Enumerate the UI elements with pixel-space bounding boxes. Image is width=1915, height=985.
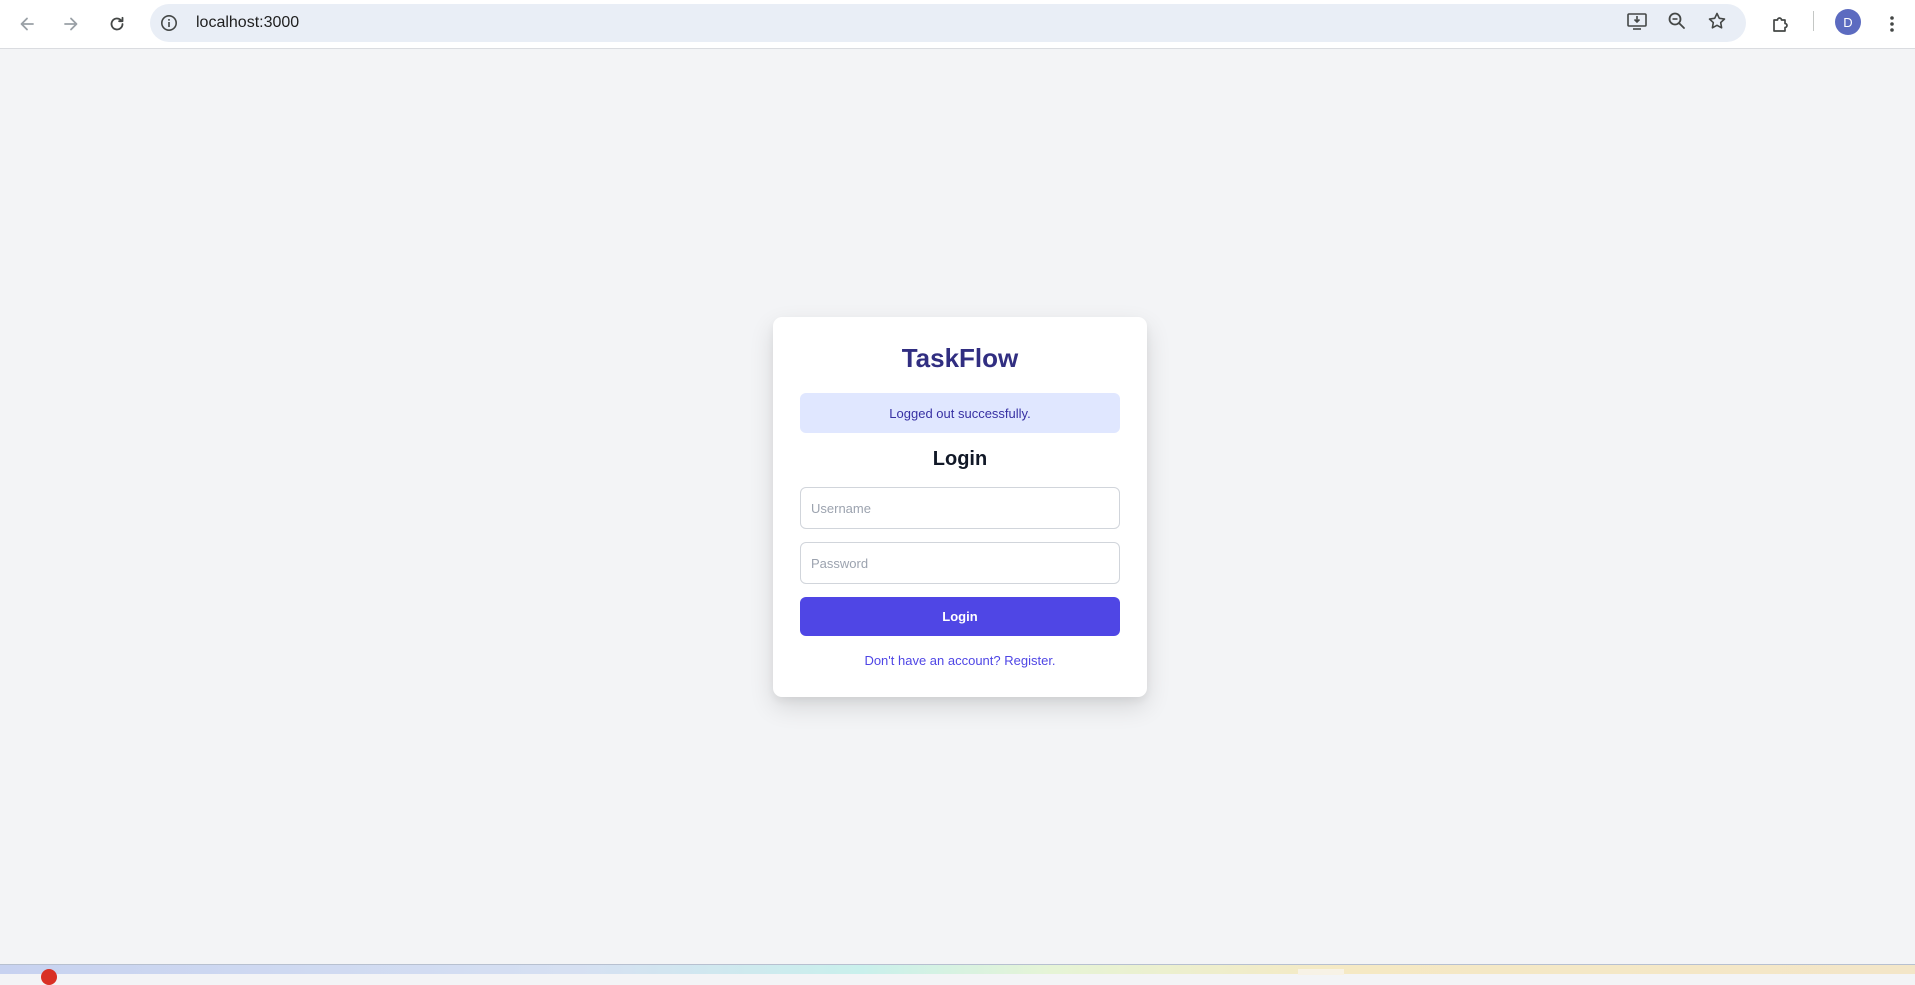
info-icon[interactable] (160, 14, 178, 32)
taskbar-app-icon[interactable] (41, 969, 57, 985)
url-text[interactable]: localhost:3000 (196, 14, 299, 32)
login-card: TaskFlow Logged out successfully. Login … (773, 317, 1147, 697)
login-button[interactable]: Login (800, 597, 1120, 636)
bookmark-button[interactable] (1703, 9, 1731, 37)
browser-toolbar: localhost:3000 D (0, 0, 1915, 49)
taskbar-tile (1298, 969, 1344, 975)
install-app-icon (1626, 11, 1648, 36)
login-heading: Login (932, 448, 988, 470)
username-input[interactable] (800, 487, 1120, 529)
back-arrow-icon (17, 14, 37, 34)
back-button[interactable] (9, 6, 45, 42)
puzzle-icon (1770, 13, 1792, 35)
extensions-button[interactable] (1763, 6, 1799, 42)
kebab-menu-icon (1889, 14, 1895, 34)
forward-arrow-icon (61, 14, 81, 34)
reload-icon (107, 14, 127, 34)
toolbar-divider (1813, 11, 1814, 31)
password-input[interactable] (800, 542, 1120, 584)
logout-success-alert: Logged out successfully. (800, 393, 1120, 433)
register-link[interactable]: Don't have an account? Register. (773, 653, 1147, 668)
browser-menu-button[interactable] (1874, 6, 1910, 42)
zoom-button[interactable] (1663, 9, 1691, 37)
profile-avatar[interactable]: D (1835, 9, 1861, 35)
os-taskbar (0, 964, 1915, 985)
zoom-icon (1667, 11, 1687, 36)
star-icon (1707, 11, 1727, 36)
brand-title: TaskFlow (901, 343, 1019, 373)
reload-button[interactable] (99, 6, 135, 42)
address-bar[interactable]: localhost:3000 (150, 4, 1746, 42)
forward-button[interactable] (53, 6, 89, 42)
install-app-button[interactable] (1623, 9, 1651, 37)
